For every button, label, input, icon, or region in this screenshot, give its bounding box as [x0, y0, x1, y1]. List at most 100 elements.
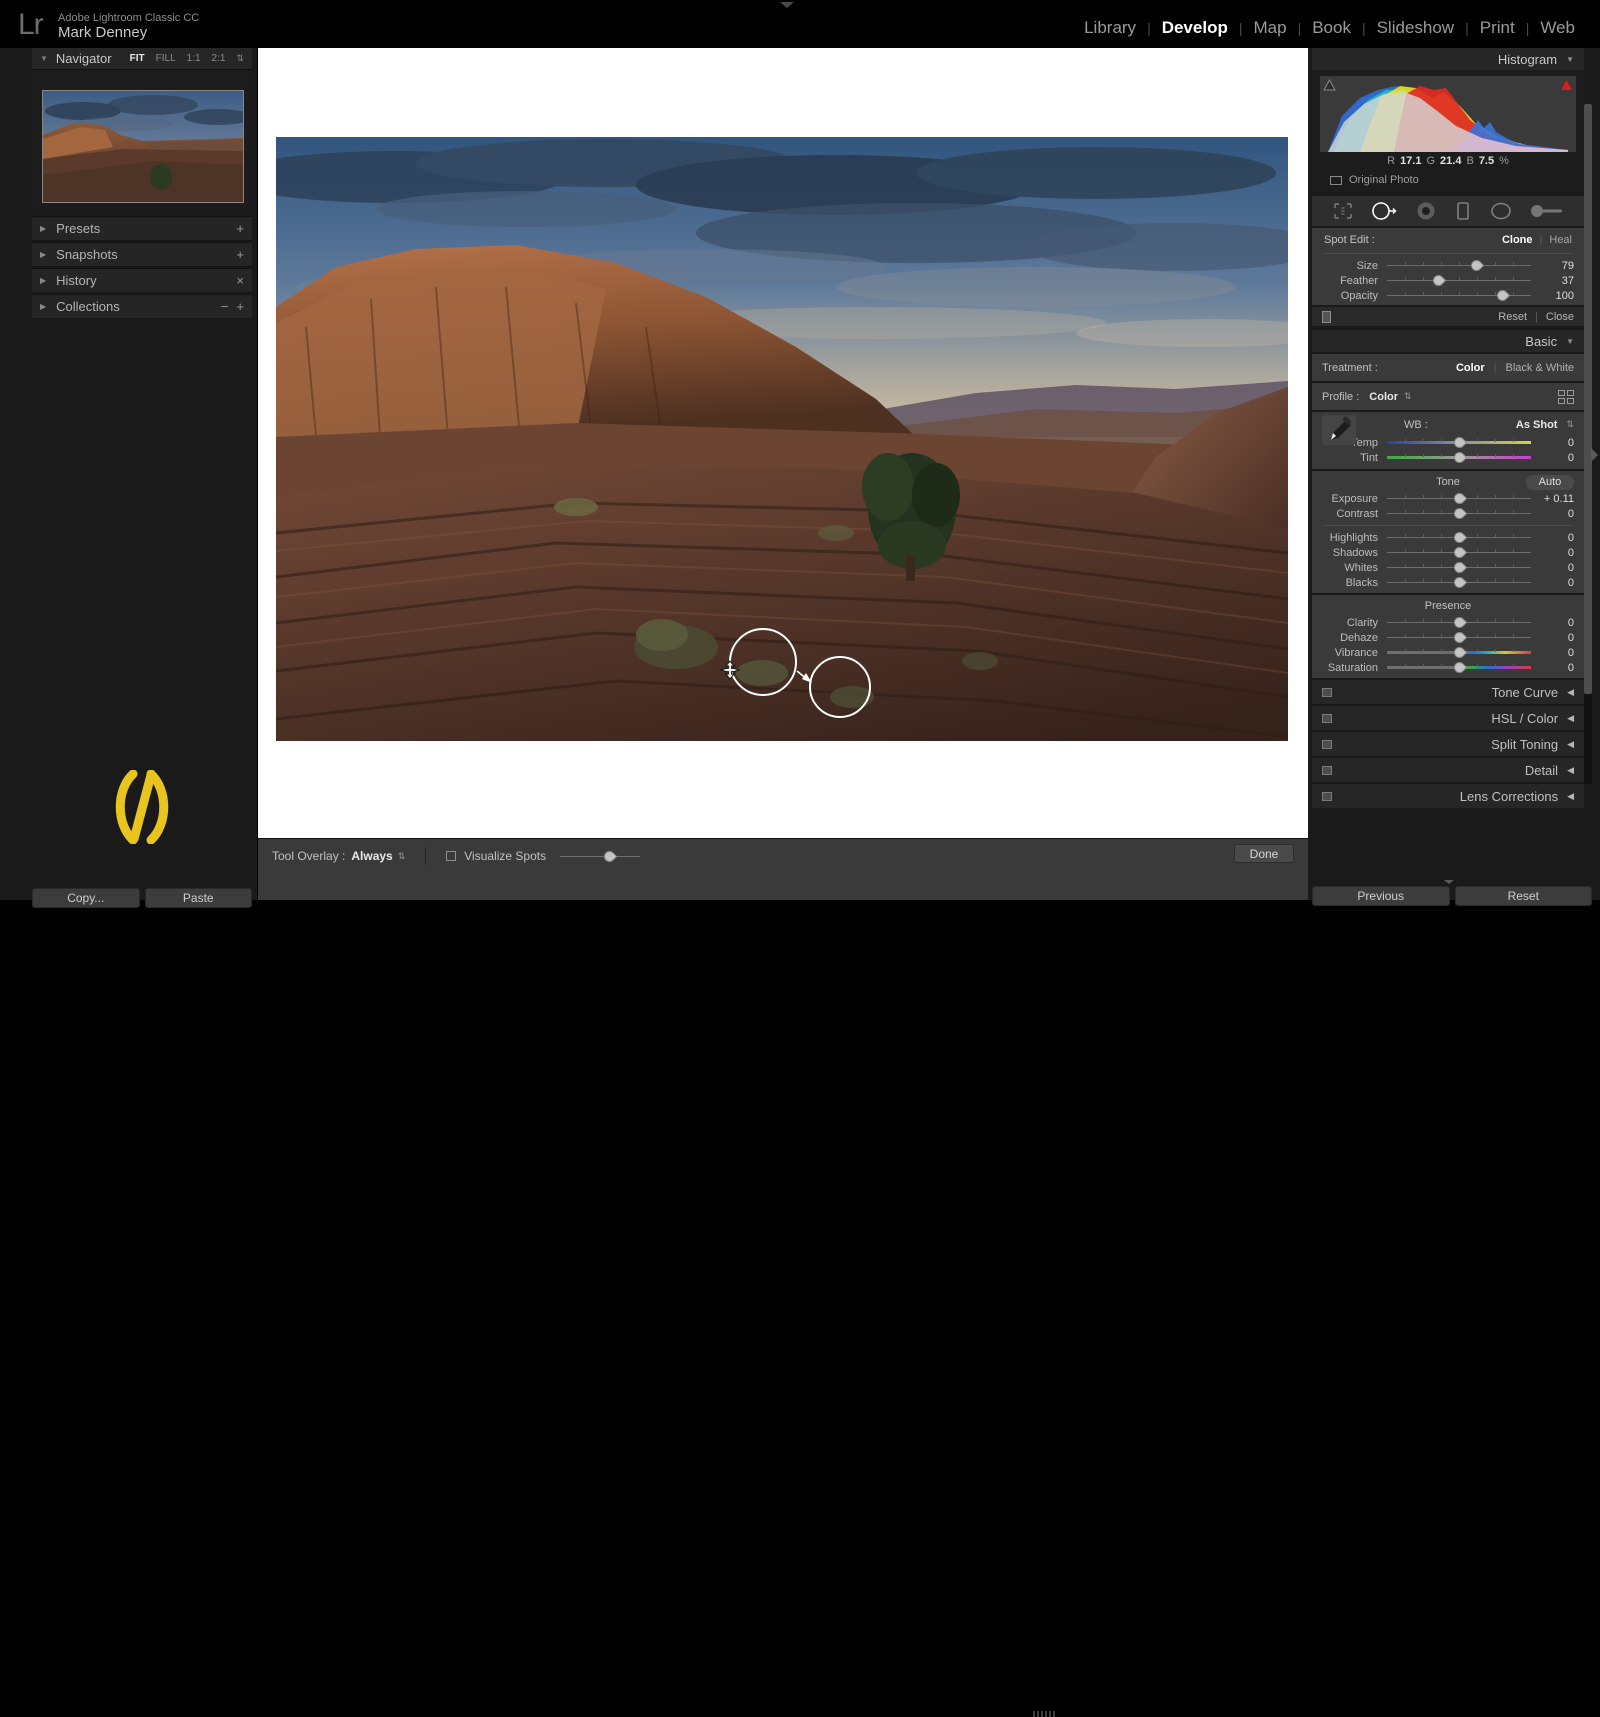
slider-size[interactable]: Size79	[1312, 258, 1584, 273]
treatment-black-white[interactable]: Black & White	[1506, 362, 1574, 374]
profile-browser-button[interactable]	[1558, 390, 1574, 404]
module-web[interactable]: Web	[1529, 18, 1586, 38]
panel-history[interactable]: ▶History×	[32, 268, 252, 293]
slider-knob[interactable]	[1433, 275, 1444, 286]
zoom-stepper-icon[interactable]: ⇅	[236, 53, 244, 64]
panel-action-remove[interactable]: −	[221, 299, 229, 314]
slider-track[interactable]	[1387, 531, 1531, 544]
slider-track[interactable]	[1387, 451, 1531, 464]
panel-presets[interactable]: ▶Presets+	[32, 216, 252, 241]
slider-track[interactable]	[1387, 646, 1531, 659]
crop-overlay-tool[interactable]	[1333, 202, 1353, 220]
panel-action-add[interactable]: +	[236, 299, 244, 314]
tone-sliders-secondary[interactable]: Highlights0Shadows0Whites0Blacks0	[1312, 530, 1584, 590]
slider-value[interactable]: 0	[1540, 532, 1574, 544]
slider-value[interactable]: 0	[1540, 662, 1574, 674]
slider-value[interactable]: 0	[1540, 617, 1574, 629]
panel-split-toning[interactable]: Split Toning◀	[1312, 732, 1584, 756]
top-panel-collapse-arrow[interactable]	[780, 2, 794, 8]
slider-value[interactable]: 100	[1540, 290, 1574, 302]
slider-value[interactable]: 79	[1540, 260, 1574, 272]
spot-close-button[interactable]: Close	[1546, 311, 1574, 323]
slider-track[interactable]	[1387, 631, 1531, 644]
previous-button[interactable]: Previous	[1312, 886, 1450, 906]
module-library[interactable]: Library	[1073, 18, 1147, 38]
slider-knob[interactable]	[1454, 662, 1465, 673]
spot-edit-modes[interactable]: Clone|Heal	[1502, 234, 1572, 246]
copy-button[interactable]: Copy...	[32, 888, 140, 908]
slider-knob[interactable]	[1454, 647, 1465, 658]
spot-edit-mode-row[interactable]: Spot Edit : Clone|Heal	[1312, 230, 1584, 249]
module-map[interactable]: Map	[1242, 18, 1297, 38]
reset-button[interactable]: Reset	[1455, 886, 1593, 906]
radial-filter-tool[interactable]	[1489, 201, 1513, 221]
tool-overlay-value[interactable]: Always	[351, 849, 392, 863]
right-panel-collapse-arrow[interactable]	[1444, 880, 1454, 884]
slider-clarity[interactable]: Clarity0	[1312, 615, 1584, 630]
slider-saturation[interactable]: Saturation0	[1312, 660, 1584, 675]
slider-value[interactable]: 0	[1540, 632, 1574, 644]
right-panel-footer[interactable]: Previous Reset	[1312, 886, 1592, 906]
slider-value[interactable]: 0	[1540, 577, 1574, 589]
slider-track[interactable]	[1387, 661, 1531, 674]
panel-switch-icon[interactable]	[1322, 766, 1332, 775]
panel-switch-icon[interactable]	[1322, 792, 1332, 801]
spot-reset-button[interactable]: Reset	[1498, 311, 1527, 323]
navigator-thumbnail[interactable]	[42, 90, 244, 203]
done-button[interactable]: Done	[1234, 844, 1294, 863]
filmstrip-toolbar[interactable]: Tool Overlay : Always ⇅ Visualize Spots …	[258, 838, 1308, 900]
slider-knob[interactable]	[1497, 290, 1508, 301]
slider-track[interactable]	[1387, 436, 1531, 449]
slider-track[interactable]	[1387, 259, 1531, 272]
navigator-header[interactable]: ▼ Navigator FITFILL1:12:1⇅	[32, 48, 252, 70]
slider-highlights[interactable]: Highlights0	[1312, 530, 1584, 545]
red-eye-tool[interactable]	[1415, 201, 1437, 221]
slider-knob[interactable]	[1454, 452, 1465, 463]
slider-value[interactable]: 0	[1540, 437, 1574, 449]
slider-vibrance[interactable]: Vibrance0	[1312, 645, 1584, 660]
spot-mode-clone[interactable]: Clone	[1502, 234, 1533, 246]
slider-track[interactable]	[1387, 507, 1531, 520]
zoom-level-1-1[interactable]: 1:1	[187, 53, 201, 64]
paste-button[interactable]: Paste	[145, 888, 253, 908]
presence-sliders[interactable]: Clarity0Dehaze0Vibrance0Saturation0	[1312, 615, 1584, 675]
module-develop[interactable]: Develop	[1151, 18, 1239, 38]
panel-lens-corrections[interactable]: Lens Corrections◀	[1312, 784, 1584, 808]
left-panel-footer[interactable]: Copy... Paste	[32, 888, 252, 908]
white-balance-selector[interactable]	[1322, 415, 1356, 445]
slider-track[interactable]	[1387, 492, 1531, 505]
photo-preview[interactable]	[276, 137, 1288, 741]
module-print[interactable]: Print	[1469, 18, 1526, 38]
right-panel-scrollbar[interactable]	[1584, 104, 1592, 784]
left-panel-sections[interactable]: ▶Presets+▶Snapshots+▶History×▶Collection…	[32, 216, 252, 319]
slider-value[interactable]: 37	[1540, 275, 1574, 287]
treatment-color[interactable]: Color	[1456, 362, 1485, 374]
panel-collections[interactable]: ▶Collections−+	[32, 294, 252, 319]
panel-tone-curve[interactable]: Tone Curve◀	[1312, 680, 1584, 704]
wb-dropdown-icon[interactable]: ⇅	[1566, 419, 1574, 430]
filmstrip-grip-icon[interactable]	[1033, 1711, 1055, 1717]
module-book[interactable]: Book	[1301, 18, 1362, 38]
slider-value[interactable]: 0	[1540, 562, 1574, 574]
clone-source-circle[interactable]	[810, 657, 870, 717]
module-picker[interactable]: Library|Develop|Map|Book|Slideshow|Print…	[1073, 18, 1586, 38]
profile-value[interactable]: Color	[1369, 391, 1398, 403]
slider-exposure[interactable]: Exposure+ 0.11	[1312, 491, 1584, 506]
slider-knob[interactable]	[1471, 260, 1482, 271]
slider-track[interactable]	[1387, 289, 1531, 302]
spot-mode-heal[interactable]: Heal	[1549, 234, 1572, 246]
spot-edit-footer[interactable]: Reset | Close	[1312, 307, 1584, 326]
zoom-level-fit[interactable]: FIT	[130, 53, 145, 64]
collapsed-panel-list[interactable]: Tone Curve◀HSL / Color◀Split Toning◀Deta…	[1312, 680, 1584, 808]
zoom-level-2-1[interactable]: 2:1	[212, 53, 226, 64]
image-canvas[interactable]	[258, 48, 1308, 838]
slider-feather[interactable]: Feather37	[1312, 273, 1584, 288]
profile-row[interactable]: Profile : Color ⇅	[1312, 386, 1584, 407]
panel-switch-icon[interactable]	[1322, 688, 1332, 697]
tool-overlay-dropdown-icon[interactable]: ⇅	[398, 851, 406, 862]
panel-hsl-color[interactable]: HSL / Color◀	[1312, 706, 1584, 730]
slider-knob[interactable]	[1454, 547, 1465, 558]
panel-action-add[interactable]: +	[236, 247, 244, 262]
wb-value[interactable]: As Shot	[1516, 419, 1558, 431]
histogram-graph[interactable]	[1320, 76, 1576, 152]
